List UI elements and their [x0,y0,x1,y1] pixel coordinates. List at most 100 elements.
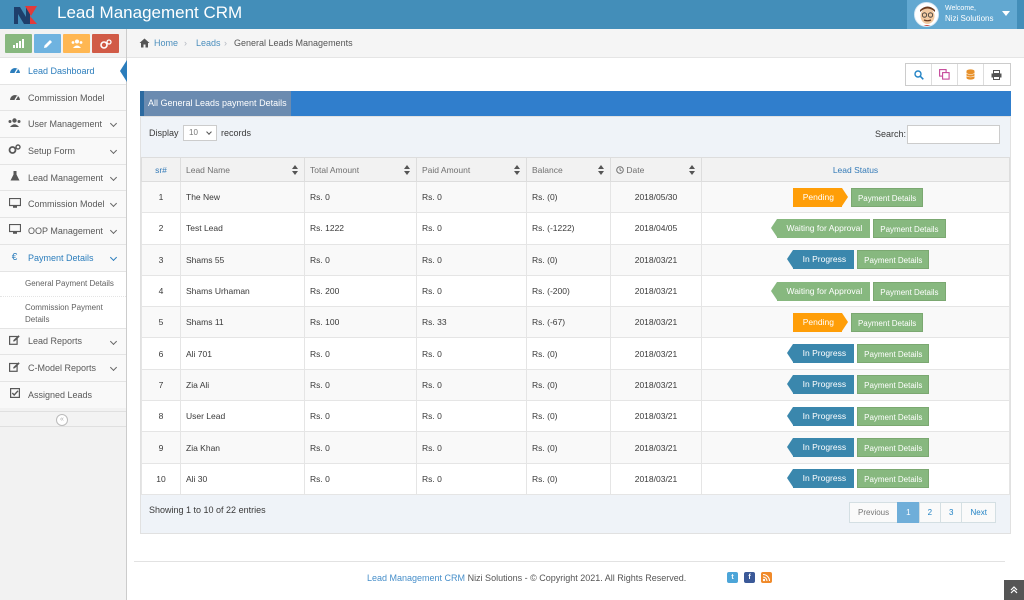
sidebar-item-oop-management[interactable]: OOP Management [0,217,126,244]
table-row: 3 Shams 55 Rs. 0 Rs. 0 Rs. (0) 2018/03/21 In P… [141,243,1010,276]
cell-lead-name: Zia Ali [180,368,305,402]
cell-total-amount: Rs. 0 [304,337,417,370]
payment-details-button[interactable]: Payment Details [857,469,930,489]
cell-paid-amount: Rs. 0 [416,274,527,308]
previous-page-button[interactable]: Previous [849,502,899,523]
print-button[interactable] [984,64,1010,85]
breadcrumb-home[interactable]: Home [154,38,178,48]
double-chevron-left-icon[interactable]: « [56,414,68,426]
submenu-item-label: General Payment Details [25,278,114,288]
sidebar-item-commission-model[interactable]: Commission Model [0,83,126,111]
cell-sr: 10 [141,462,181,495]
column-header-paid-amount[interactable]: Paid Amount [416,157,527,182]
cogs-icon [8,144,21,157]
submenu-item-general-payment[interactable]: General Payment Details [0,272,126,296]
users-icon[interactable] [63,34,90,53]
caret-down-icon [1002,11,1010,16]
display-label: Display [149,128,179,138]
records-per-page-select[interactable]: 10 [183,125,217,141]
cell-lead-name: Ali 30 [180,462,305,495]
print-icon [991,69,1002,80]
column-header-sr[interactable]: sr# [141,157,181,182]
cell-lead-status: In Progress Payment Details [701,243,1010,276]
chevron-down-icon [109,120,118,128]
status-badge: Waiting for Approval [770,281,871,301]
export-button[interactable] [958,64,984,85]
user-menu[interactable]: Welcome, Nizi Solutions [907,0,1017,29]
cell-date: 2018/03/21 [610,243,702,276]
breadcrumb-current: General Leads Managements [234,38,353,48]
sidebar-item-user-management[interactable]: User Management [0,110,126,138]
table-row: 10 Ali 30 Rs. 0 Rs. 0 Rs. (0) 2018/03/21 In Pr… [141,462,1010,495]
payment-details-button[interactable]: Payment Details [873,281,946,301]
search-button[interactable] [906,64,932,85]
column-header-lead-name[interactable]: Lead Name [180,157,305,182]
search-input[interactable] [907,125,1000,144]
sidebar-item-label: Setup Form [28,145,76,156]
brand-logo-icon[interactable] [12,4,38,26]
payment-details-button[interactable]: Payment Details [857,344,930,364]
sidebar-item-commission-model-2[interactable]: Commission Model [0,190,126,218]
status-badge: Waiting for Approval [770,218,871,238]
flask-icon [8,171,21,184]
submenu-item-commission-payment[interactable]: Commission Payment Details [0,295,126,328]
breadcrumb-leads[interactable]: Leads [196,38,221,48]
sidebar-item-lead-management[interactable]: Lead Management [0,163,126,191]
payment-details-button[interactable]: Payment Details [850,312,924,332]
cell-lead-name: User Lead [180,400,305,433]
next-page-button[interactable]: Next [961,502,996,523]
scroll-to-top-button[interactable] [1004,580,1024,600]
table-row: 8 User Lead Rs. 0 Rs. 0 Rs. (0) 2018/03/21 In … [141,400,1010,433]
column-header-lead-status[interactable]: Lead Status [701,157,1010,182]
sidebar-item-setup-form[interactable]: Setup Form [0,137,126,164]
sidebar-item-c-model-reports[interactable]: C-Model Reports [0,354,126,381]
chevron-down-icon [109,173,118,181]
payment-submenu: General Payment Details Commission Payme… [0,270,126,328]
panel-title: All General Leads payment Details [144,91,291,116]
page-button-1[interactable]: 1 [897,502,920,523]
column-header-label: sr# [155,164,167,175]
cell-balance: Rs. (0) [526,180,611,214]
twitter-icon[interactable]: t [727,572,738,583]
cell-paid-amount: Rs. 0 [416,180,527,214]
entries-info: Showing 1 to 10 of 22 entries [149,505,266,515]
signal-icon[interactable] [5,34,32,53]
rss-icon[interactable] [761,572,772,583]
payment-details-button[interactable]: Payment Details [873,218,946,238]
payment-details-button[interactable]: Payment Details [857,438,930,458]
sidebar-item-assigned-leads[interactable]: Assigned Leads [0,380,126,408]
sidebar-item-lead-reports[interactable]: Lead Reports [0,327,126,355]
cell-sr: 5 [141,306,181,339]
cell-total-amount: Rs. 1222 [304,212,417,245]
column-header-total-amount[interactable]: Total Amount [304,157,417,182]
payment-details-button[interactable]: Payment Details [857,375,930,395]
copy-button[interactable] [932,64,958,85]
submenu-item-label: Details [25,314,50,324]
app-title[interactable]: Lead Management CRM [57,3,242,23]
column-header-balance[interactable]: Balance [526,157,611,182]
pencil-icon[interactable] [34,34,61,53]
cell-date: 2018/03/21 [610,274,702,308]
cell-lead-status: In Progress Payment Details [701,431,1010,464]
sidebar-item-payment-details[interactable]: € Payment Details [0,243,126,271]
cogs-icon[interactable] [92,34,119,53]
sidebar: Lead Dashboard Commission Model User Man… [0,29,127,600]
column-header-date[interactable]: Date [610,157,702,182]
user-name: Nizi Solutions [945,14,994,23]
payment-details-button[interactable]: Payment Details [857,406,930,426]
payment-details-button[interactable]: Payment Details [850,187,924,207]
cell-total-amount: Rs. 0 [304,368,417,402]
page-button-3[interactable]: 3 [940,502,963,523]
sidebar-item-lead-dashboard[interactable]: Lead Dashboard [0,57,127,84]
cell-date: 2018/03/21 [610,431,702,464]
page-button-2[interactable]: 2 [918,502,942,523]
sidebar-item-label: Lead Dashboard [28,65,95,76]
facebook-icon[interactable]: f [744,572,755,583]
sidebar-item-label: Payment Details [28,252,94,263]
status-badge: Pending [792,312,849,332]
cell-lead-name: Shams Urhaman [180,274,305,308]
sidebar-menu: Lead Dashboard Commission Model User Man… [0,57,127,408]
cell-date: 2018/03/21 [610,306,702,339]
payment-details-button[interactable]: Payment Details [857,250,930,270]
tachometer-icon [8,65,21,77]
